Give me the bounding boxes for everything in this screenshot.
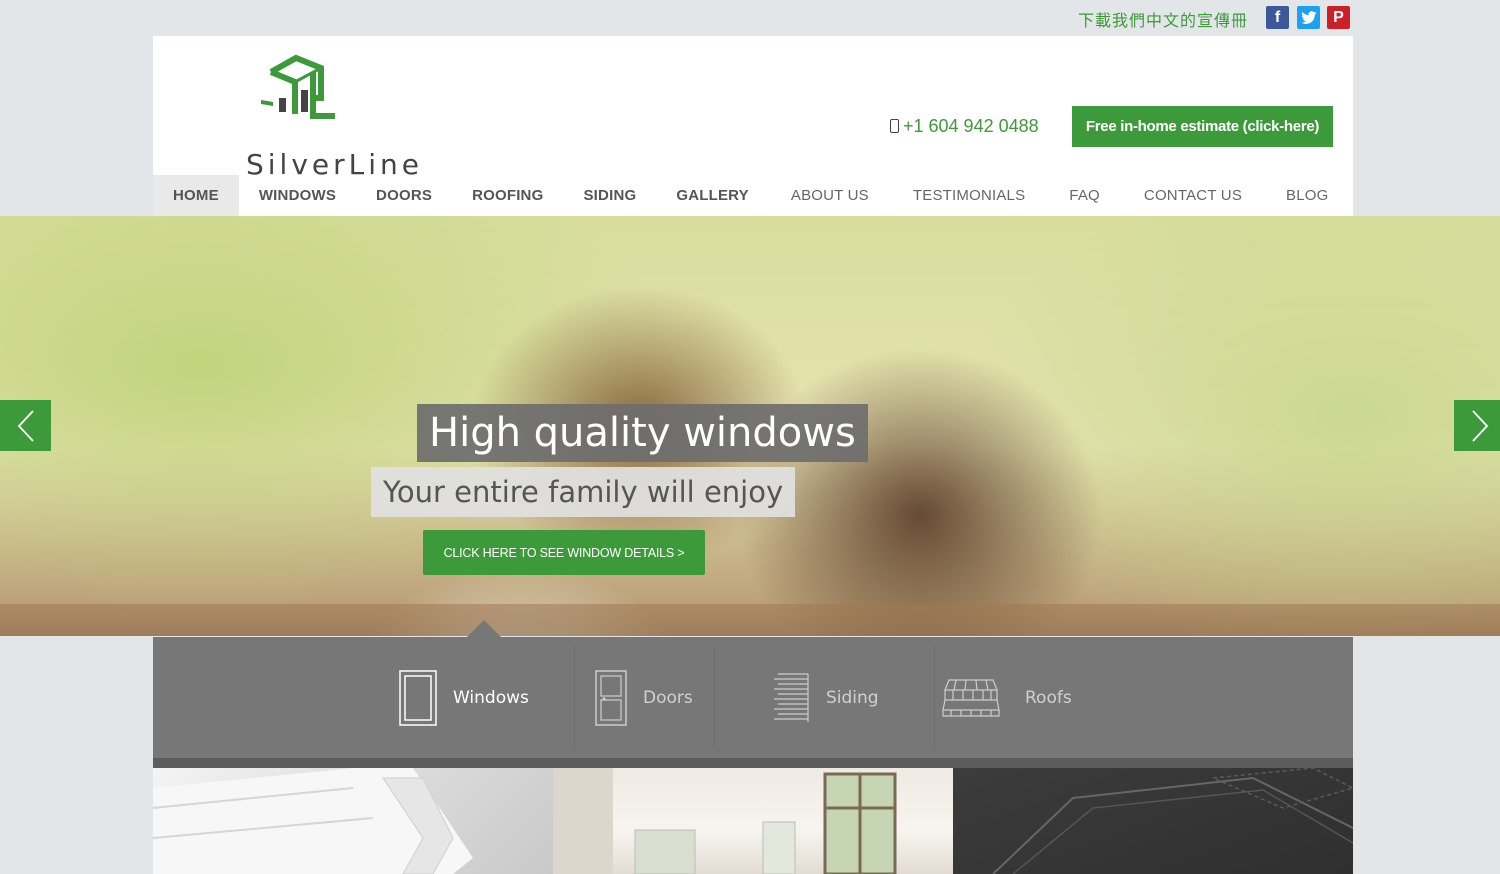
nav-item-gallery[interactable]: GALLERY: [656, 175, 769, 216]
tab-windows-label: Windows: [453, 687, 529, 708]
tab-doors[interactable]: Doors: [595, 637, 693, 758]
chinese-brochure-link[interactable]: 下載我們中文的宣傳冊: [1078, 7, 1248, 31]
window-profile-image: [153, 768, 473, 874]
twitter-icon[interactable]: [1297, 6, 1320, 29]
tab-divider: [714, 647, 715, 748]
nav-item-blog[interactable]: BLOG: [1264, 175, 1350, 216]
nav-item-about-us[interactable]: ABOUT US: [769, 175, 891, 216]
hero-slider: High quality windows Your entire family …: [0, 216, 1500, 636]
nav-item-contact-us[interactable]: CONTACT US: [1122, 175, 1264, 216]
hero-window-sill: [0, 604, 1500, 636]
chevron-right-icon: [1471, 409, 1488, 442]
site-header: SilverLine +1 604 942 0488 Free in-home …: [153, 36, 1353, 216]
tabs-bottom-strip: [153, 758, 1353, 768]
hero-subtitle: Your entire family will enjoy: [371, 467, 796, 517]
top-bar: 下載我們中文的宣傳冊 f P: [0, 0, 1500, 36]
facebook-icon[interactable]: f: [1266, 6, 1289, 29]
feature-tile-bright-room[interactable]: [553, 768, 953, 874]
house-logo-icon: [261, 54, 335, 119]
tab-siding[interactable]: Siding: [768, 637, 879, 758]
siding-icon: [774, 672, 809, 722]
phone-icon: [890, 119, 899, 133]
phone-number[interactable]: +1 604 942 0488: [890, 116, 1039, 137]
door-icon: [595, 669, 627, 726]
tab-roofs-label: Roofs: [1025, 687, 1072, 708]
phone-text: +1 604 942 0488: [903, 116, 1039, 136]
roof-diagram-image: [992, 768, 1353, 874]
main-nav: HOME WINDOWS DOORS ROOFING SIDING GALLER…: [153, 175, 1353, 216]
hero-title: High quality windows: [417, 404, 868, 462]
roof-shingles-icon: [942, 678, 1000, 717]
feature-tile-window-profile[interactable]: [153, 768, 553, 874]
pinterest-icon[interactable]: P: [1327, 6, 1350, 29]
tab-doors-label: Doors: [643, 687, 693, 708]
free-estimate-button[interactable]: Free in-home estimate (click-here): [1072, 106, 1333, 147]
nav-item-testimonials[interactable]: TESTIMONIALS: [891, 175, 1047, 216]
chevron-left-icon: [17, 409, 34, 442]
tab-roofs[interactable]: Roofs: [941, 637, 1072, 758]
tab-siding-label: Siding: [826, 687, 879, 708]
feature-tile-roof-diagram[interactable]: [953, 768, 1353, 874]
nav-item-roofing[interactable]: ROOFING: [452, 175, 563, 216]
window-icon: [399, 669, 437, 726]
window-details-button[interactable]: CLICK HERE TO SEE WINDOW DETAILS >: [423, 530, 705, 575]
nav-item-windows[interactable]: WINDOWS: [239, 175, 356, 216]
nav-item-home[interactable]: HOME: [153, 175, 239, 216]
tab-divider: [574, 647, 575, 748]
slider-next-button[interactable]: [1454, 400, 1500, 451]
silverline-logo[interactable]: SilverLine: [199, 54, 419, 181]
bright-room-image: [553, 768, 897, 874]
product-tabs: Windows Doors Siding Roofs: [153, 637, 1353, 758]
tab-windows[interactable]: Windows: [399, 637, 529, 758]
active-tab-pointer: [467, 620, 501, 637]
slider-prev-button[interactable]: [0, 400, 51, 451]
nav-item-faq[interactable]: FAQ: [1047, 175, 1122, 216]
nav-item-siding[interactable]: SIDING: [563, 175, 656, 216]
tab-divider: [934, 647, 935, 748]
nav-item-doors[interactable]: DOORS: [356, 175, 452, 216]
